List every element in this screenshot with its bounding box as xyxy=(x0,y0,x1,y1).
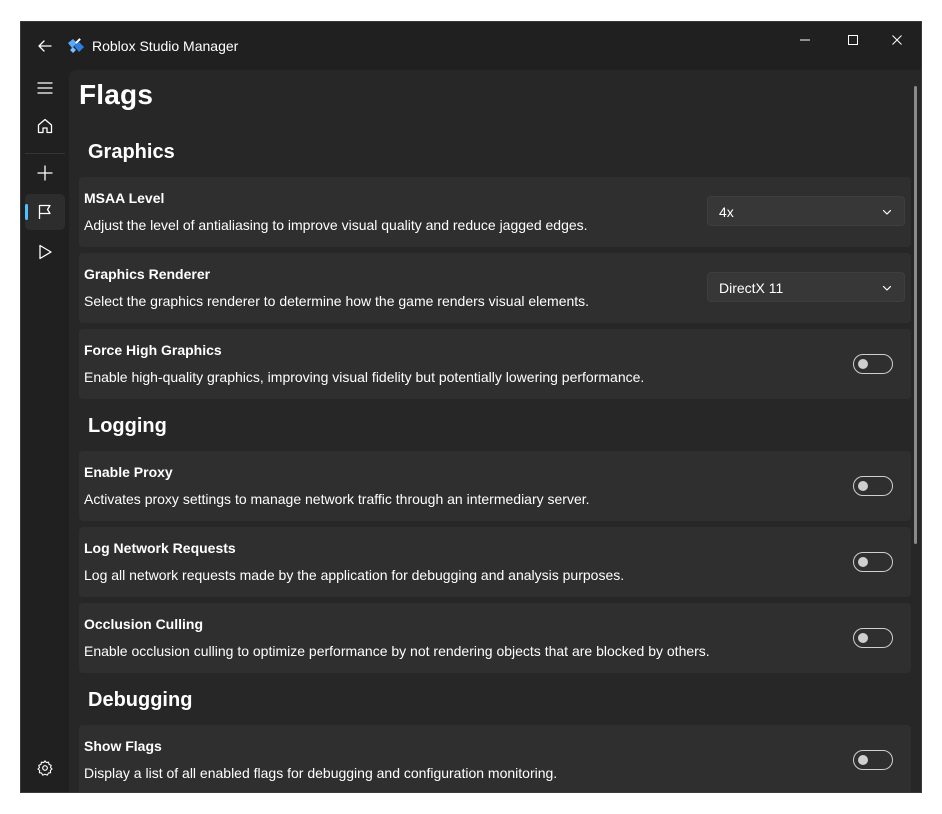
setting-description: Enable occlusion culling to optimize per… xyxy=(84,643,710,659)
setting-description: Enable high-quality graphics, improving … xyxy=(84,369,645,385)
back-button[interactable] xyxy=(33,34,57,58)
toggle-knob xyxy=(858,359,868,369)
flag-icon xyxy=(38,204,51,219)
enable-proxy-toggle[interactable] xyxy=(853,476,893,496)
setting-description: Adjust the level of antialiasing to impr… xyxy=(84,217,588,233)
dropdown-value: 4x xyxy=(719,204,734,220)
maximize-icon xyxy=(848,35,858,45)
section-header-graphics: Graphics xyxy=(88,141,175,163)
arrow-left-icon xyxy=(38,40,52,52)
msaa-level-dropdown[interactable]: 4x xyxy=(707,196,905,226)
setting-card-force-high-graphics: Force High Graphics Enable high-quality … xyxy=(79,329,911,399)
log-network-requests-toggle[interactable] xyxy=(853,552,893,572)
section-header-logging: Logging xyxy=(88,415,167,437)
nav-separator xyxy=(25,153,65,154)
app-window: Roblox Studio Manager Flags Graphics MSA… xyxy=(21,22,921,792)
hamburger-icon xyxy=(37,82,53,94)
setting-title: Show Flags xyxy=(84,738,162,754)
nav-item-flags[interactable] xyxy=(25,194,65,230)
setting-card-log-network-requests: Log Network Requests Log all network req… xyxy=(79,527,911,597)
setting-title: Graphics Renderer xyxy=(84,266,211,282)
graphics-renderer-dropdown[interactable]: DirectX 11 xyxy=(707,272,905,302)
minimize-button[interactable] xyxy=(783,26,827,54)
close-button[interactable] xyxy=(875,26,919,54)
nav-item-add[interactable] xyxy=(25,155,65,191)
setting-description: Select the graphics renderer to determin… xyxy=(84,293,590,309)
minimize-icon xyxy=(800,39,810,41)
chevron-down-icon xyxy=(882,209,892,215)
app-title: Roblox Studio Manager xyxy=(92,38,239,54)
page-title: Flags xyxy=(79,79,154,110)
toggle-knob xyxy=(858,633,868,643)
toggle-knob xyxy=(858,755,868,765)
setting-card-graphics-renderer: Graphics Renderer Select the graphics re… xyxy=(79,253,911,323)
nav-item-settings[interactable] xyxy=(25,750,65,786)
setting-title: Occlusion Culling xyxy=(84,616,204,632)
show-flags-toggle[interactable] xyxy=(853,750,893,770)
nav-item-play[interactable] xyxy=(25,234,65,270)
toggle-knob xyxy=(858,557,868,567)
play-icon xyxy=(39,244,52,260)
nav-item-home[interactable] xyxy=(25,108,65,144)
setting-title: Log Network Requests xyxy=(84,540,236,556)
setting-card-enable-proxy: Enable Proxy Activates proxy settings to… xyxy=(79,451,911,521)
occlusion-culling-toggle[interactable] xyxy=(853,628,893,648)
setting-description: Log all network requests made by the app… xyxy=(84,567,625,583)
content-area: Flags Graphics MSAA Level Adjust the lev… xyxy=(69,70,921,792)
roblox-studio-logo-icon xyxy=(68,38,84,53)
navigation-sidebar xyxy=(21,70,69,792)
setting-description: Display a list of all enabled flags for … xyxy=(84,765,558,781)
setting-description: Activates proxy settings to manage netwo… xyxy=(84,491,590,507)
setting-card-occlusion-culling: Occlusion Culling Enable occlusion culli… xyxy=(79,603,911,673)
gear-icon xyxy=(37,760,53,776)
setting-title: Force High Graphics xyxy=(84,342,222,358)
setting-card-msaa-level: MSAA Level Adjust the level of antialias… xyxy=(79,177,911,247)
section-header-debugging: Debugging xyxy=(88,689,193,711)
chevron-down-icon xyxy=(882,285,892,291)
nav-menu-button[interactable] xyxy=(25,70,65,106)
title-bar: Roblox Studio Manager xyxy=(21,22,921,70)
toggle-knob xyxy=(858,481,868,491)
maximize-button[interactable] xyxy=(831,26,875,54)
setting-card-show-flags: Show Flags Display a list of all enabled… xyxy=(79,725,911,792)
vertical-scrollbar[interactable] xyxy=(914,86,917,544)
dropdown-value: DirectX 11 xyxy=(719,280,784,296)
setting-title: MSAA Level xyxy=(84,190,165,206)
home-icon xyxy=(37,118,53,134)
setting-title: Enable Proxy xyxy=(84,464,173,480)
plus-icon xyxy=(37,165,53,181)
force-high-graphics-toggle[interactable] xyxy=(853,354,893,374)
selection-indicator xyxy=(25,204,28,220)
close-icon xyxy=(892,35,902,45)
